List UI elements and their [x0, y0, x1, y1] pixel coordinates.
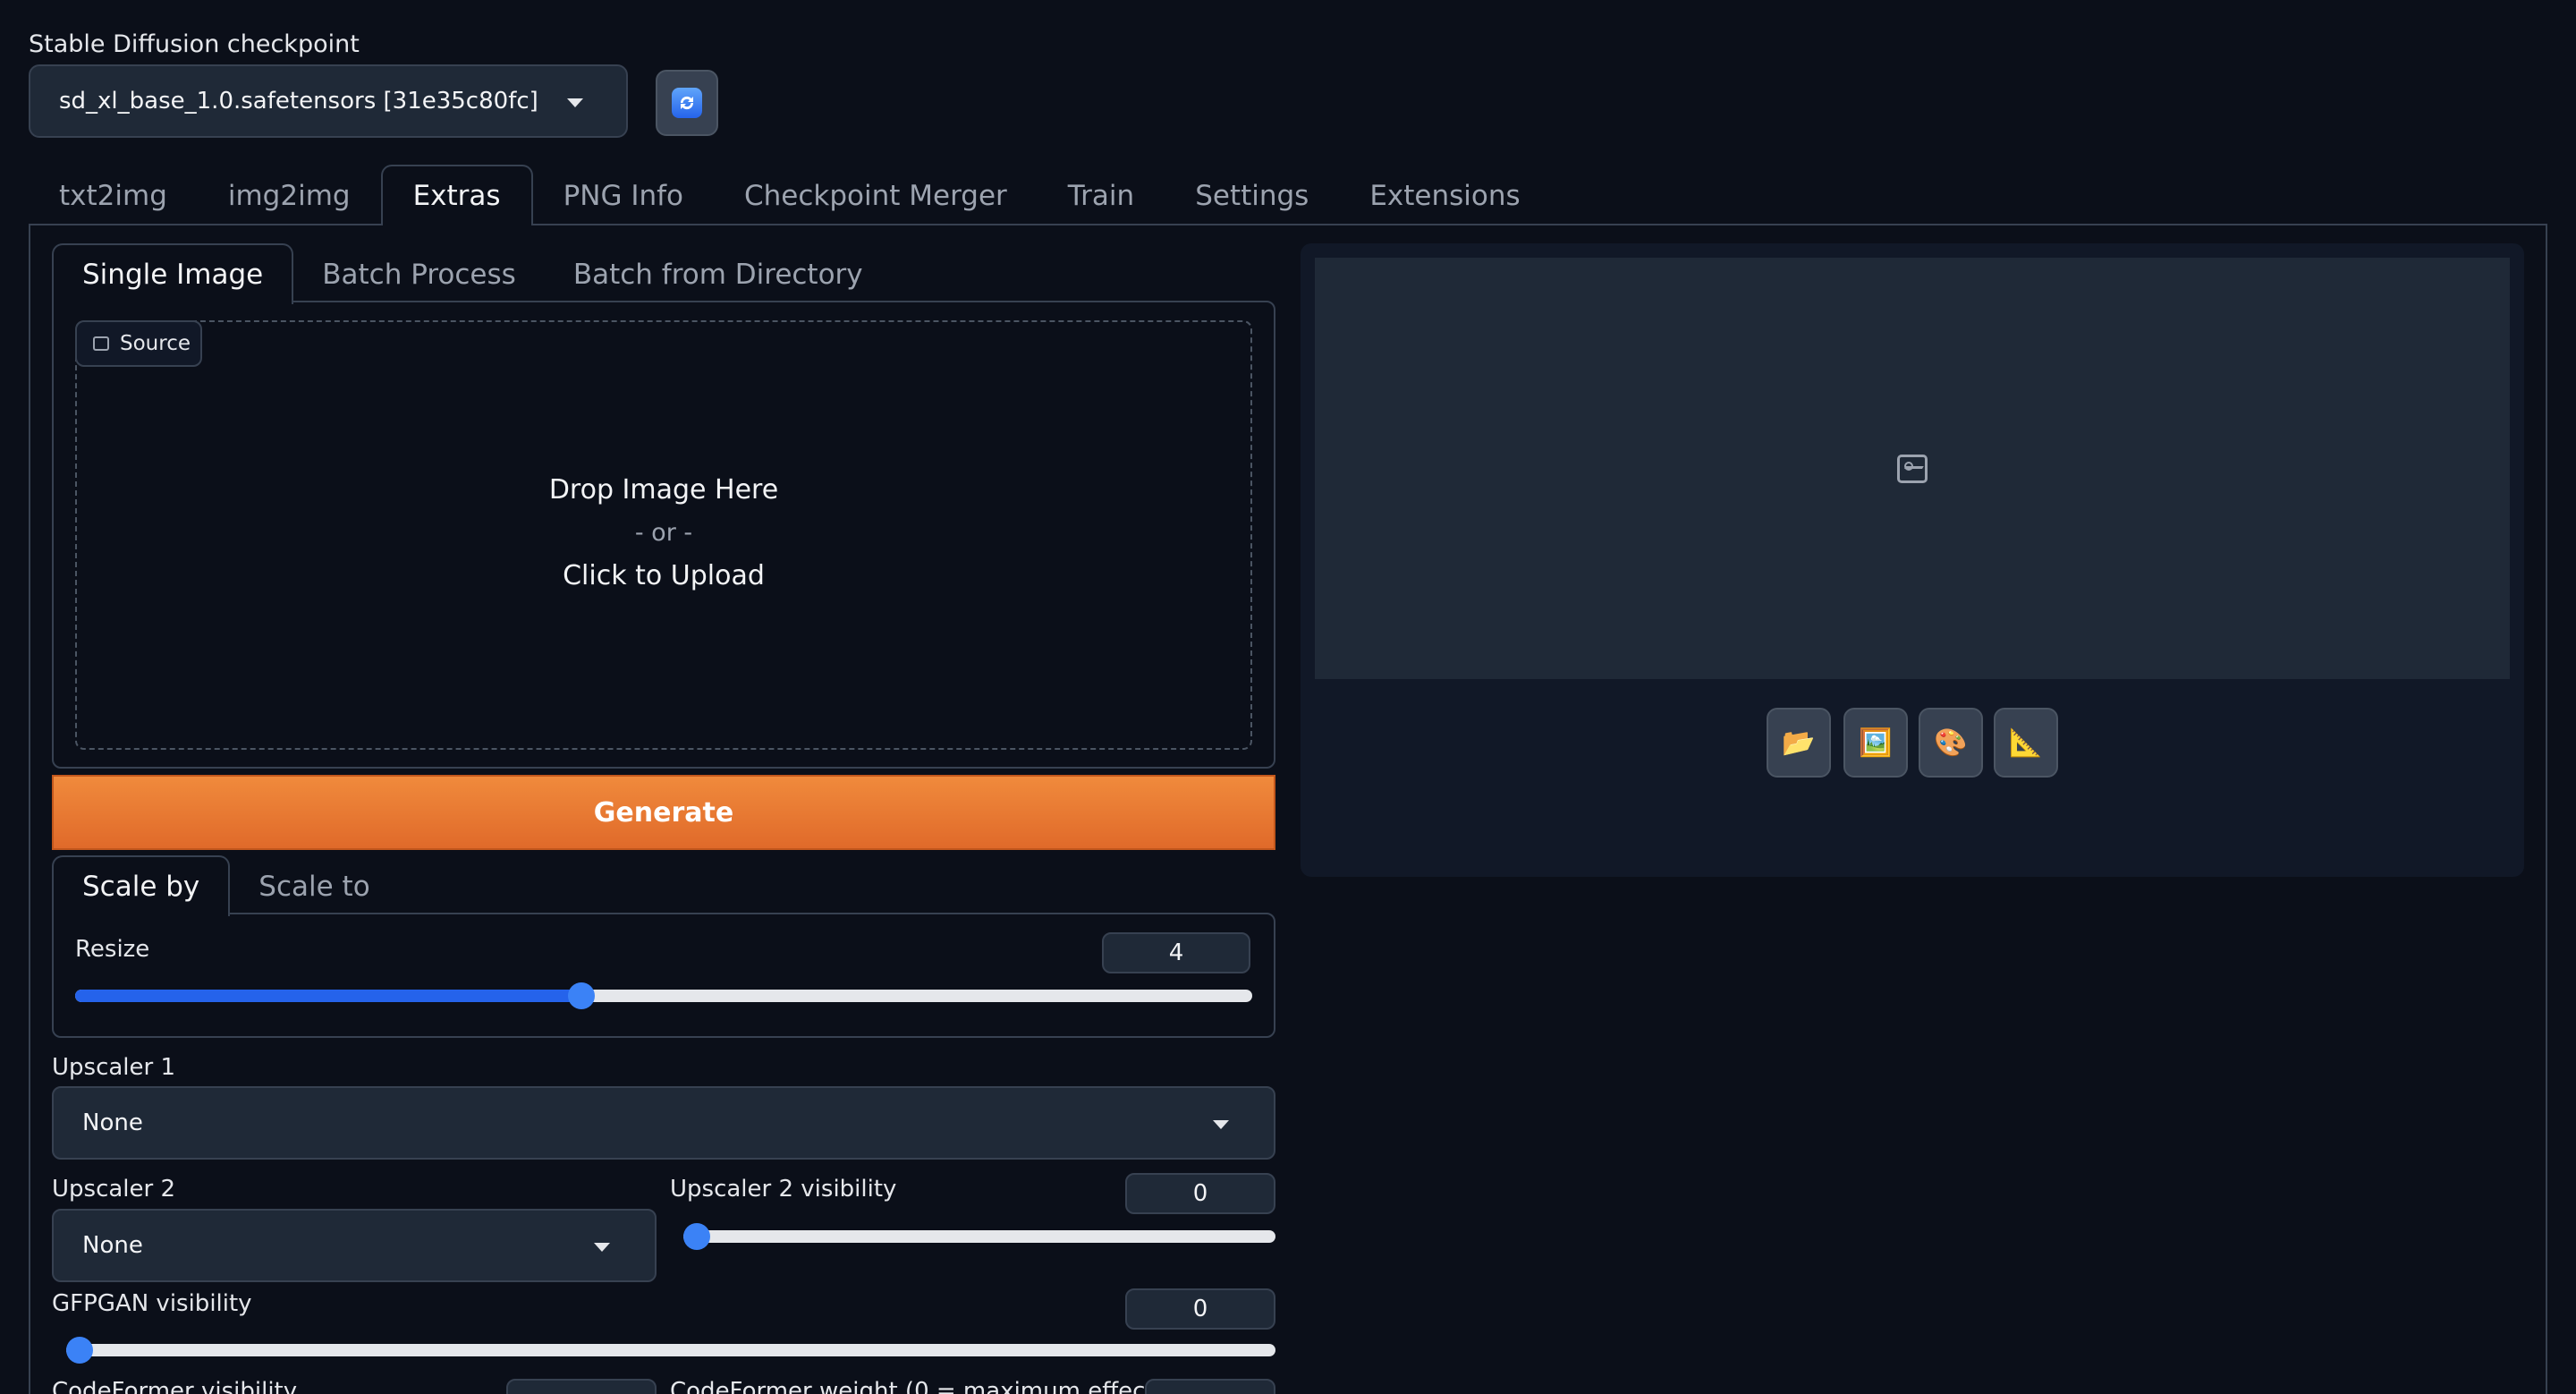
upscaler2-visibility-thumb[interactable] — [683, 1223, 710, 1250]
checkpoint-label: Stable Diffusion checkpoint — [29, 30, 360, 58]
image-icon: 🖼️ — [1859, 727, 1893, 759]
tab-png-info[interactable]: PNG Info — [533, 166, 714, 225]
gfpgan-visibility-slider[interactable] — [66, 1337, 1275, 1364]
tab-settings[interactable]: Settings — [1165, 166, 1339, 225]
palette-button[interactable]: 🎨 — [1919, 708, 1983, 778]
palette-icon: 🎨 — [1934, 727, 1968, 759]
resize-slider[interactable] — [75, 982, 1252, 1009]
folder-icon: 📂 — [1782, 727, 1816, 759]
upscaler2-visibility-input[interactable]: 0 — [1125, 1173, 1275, 1214]
upscaler1-value: None — [82, 1109, 143, 1136]
subtab-batch-process[interactable]: Batch Process — [293, 245, 545, 304]
ruler-icon: 📐 — [2009, 727, 2043, 759]
refresh-icon — [672, 88, 702, 118]
ruler-button[interactable]: 📐 — [1994, 708, 2058, 778]
upload-prompt[interactable]: Drop Image Here - or - Click to Upload — [75, 469, 1252, 598]
gfpgan-visibility-input[interactable]: 0 — [1125, 1288, 1275, 1330]
drop-text: Drop Image Here — [548, 474, 779, 506]
upscaler1-label: Upscaler 1 — [52, 1054, 176, 1081]
subtab-single-image[interactable]: Single Image — [52, 243, 294, 304]
chevron-down-icon — [567, 98, 583, 107]
or-text: - or - — [634, 519, 693, 547]
scale-panel — [52, 913, 1275, 1038]
resize-label: Resize — [75, 936, 150, 963]
codeformer-weight-input[interactable] — [1145, 1379, 1275, 1394]
codeformer-weight-label: CodeFormer weight (0 = maximum effect, 1… — [670, 1378, 1211, 1394]
upscaler2-visibility-label: Upscaler 2 visibility — [670, 1176, 897, 1203]
chevron-down-icon — [594, 1243, 610, 1252]
upscaler2-value: None — [82, 1232, 143, 1259]
click-upload-text: Click to Upload — [563, 560, 765, 591]
folder-button[interactable]: 📂 — [1767, 708, 1831, 778]
resize-slider-thumb[interactable] — [567, 982, 595, 1009]
scale-tab-scale-to[interactable]: Scale to — [230, 857, 398, 916]
tab-extensions[interactable]: Extensions — [1339, 166, 1550, 225]
gfpgan-visibility-label: GFPGAN visibility — [52, 1290, 252, 1317]
scale-tabs: Scale by Scale to — [52, 855, 399, 916]
chevron-down-icon — [1213, 1120, 1229, 1129]
tab-train[interactable]: Train — [1038, 166, 1165, 225]
generate-button[interactable]: Generate — [52, 775, 1275, 850]
source-badge: Source — [75, 320, 202, 367]
resize-slider-fill — [75, 990, 581, 1002]
source-badge-label: Source — [120, 332, 191, 355]
extras-sub-tabs: Single Image Batch Process Batch from Dire… — [52, 243, 892, 304]
gfpgan-visibility-thumb[interactable] — [66, 1337, 93, 1364]
tab-extras[interactable]: Extras — [380, 165, 533, 225]
upscaler2-label: Upscaler 2 — [52, 1176, 176, 1203]
codeformer-visibility-label: CodeFormer visibility — [52, 1378, 298, 1394]
checkpoint-dropdown[interactable]: sd_xl_base_1.0.safetensors [31e35c80fc] — [29, 64, 628, 138]
codeformer-visibility-input[interactable] — [506, 1379, 657, 1394]
upscaler2-visibility-slider[interactable] — [683, 1223, 1275, 1250]
tab-txt2img[interactable]: txt2img — [29, 166, 198, 225]
upscaler2-dropdown[interactable]: None — [52, 1209, 657, 1282]
tab-img2img[interactable]: img2img — [198, 166, 381, 225]
refresh-checkpoint-button[interactable] — [656, 70, 718, 136]
upscaler1-dropdown[interactable]: None — [52, 1086, 1275, 1160]
main-tabs: txt2img img2img Extras PNG Info Checkpoint M… — [29, 165, 1551, 225]
image-button[interactable]: 🖼️ — [1843, 708, 1908, 778]
image-icon — [93, 336, 109, 351]
tab-checkpoint-merger[interactable]: Checkpoint Merger — [714, 166, 1038, 225]
subtab-batch-from-directory[interactable]: Batch from Directory — [545, 245, 892, 304]
image-placeholder-icon — [1897, 455, 1928, 483]
scale-tab-scale-by[interactable]: Scale by — [52, 855, 231, 916]
resize-number-input[interactable]: 4 — [1102, 932, 1250, 973]
checkpoint-value: sd_xl_base_1.0.safetensors [31e35c80fc] — [59, 88, 538, 115]
